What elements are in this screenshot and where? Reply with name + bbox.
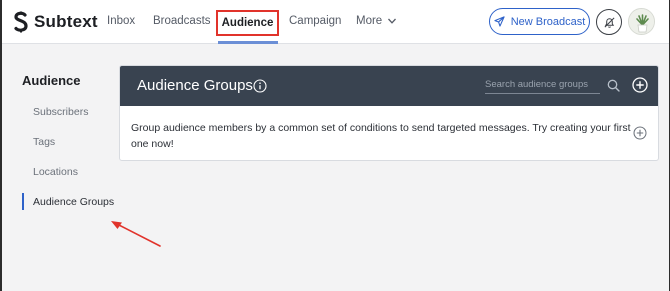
empty-state-message: Group audience members by a common set o… — [131, 122, 631, 150]
nav-inbox[interactable]: Inbox — [107, 15, 135, 27]
search-audience-groups-input[interactable] — [485, 78, 600, 94]
chevron-down-icon — [388, 18, 397, 24]
nav-active-indicator — [218, 41, 278, 44]
info-icon[interactable] — [253, 79, 267, 93]
sidebar-selected-indicator — [22, 193, 24, 210]
user-avatar[interactable] — [628, 8, 655, 35]
send-icon — [494, 16, 505, 27]
add-circle-icon[interactable] — [632, 77, 648, 93]
nav-campaign[interactable]: Campaign — [289, 15, 341, 27]
sidebar-item-subscribers[interactable]: Subscribers — [33, 106, 88, 118]
sidebar-title: Audience — [22, 73, 81, 88]
new-broadcast-label: New Broadcast — [510, 15, 586, 28]
search-icon[interactable] — [607, 79, 620, 92]
brand-logo[interactable]: Subtext — [12, 11, 98, 33]
add-circle-icon[interactable] — [633, 126, 647, 140]
nav-audience[interactable]: Audience — [216, 10, 279, 36]
sidebar-item-audience-groups[interactable]: Audience Groups — [33, 196, 114, 208]
avatar-plant-icon — [629, 9, 654, 34]
annotation-arrow — [111, 221, 161, 247]
notifications-button[interactable] — [596, 9, 622, 35]
audience-groups-card: Audience Groups Group audience members b… — [119, 65, 659, 161]
top-nav-bar: Subtext Inbox Broadcasts Audience Campai… — [2, 0, 669, 44]
nav-more-label: More — [356, 15, 383, 27]
sidebar-item-locations[interactable]: Locations — [33, 166, 78, 178]
nav-audience-label: Audience — [221, 17, 274, 29]
new-broadcast-button[interactable]: New Broadcast — [489, 8, 590, 35]
card-title: Audience Groups — [137, 77, 253, 94]
nav-broadcasts[interactable]: Broadcasts — [153, 15, 211, 27]
nav-more[interactable]: More — [356, 15, 397, 27]
logo-icon — [14, 11, 28, 33]
bell-off-icon — [603, 16, 615, 28]
brand-name: Subtext — [34, 12, 98, 31]
sidebar-item-tags[interactable]: Tags — [33, 136, 55, 148]
card-header: Audience Groups — [120, 66, 658, 106]
